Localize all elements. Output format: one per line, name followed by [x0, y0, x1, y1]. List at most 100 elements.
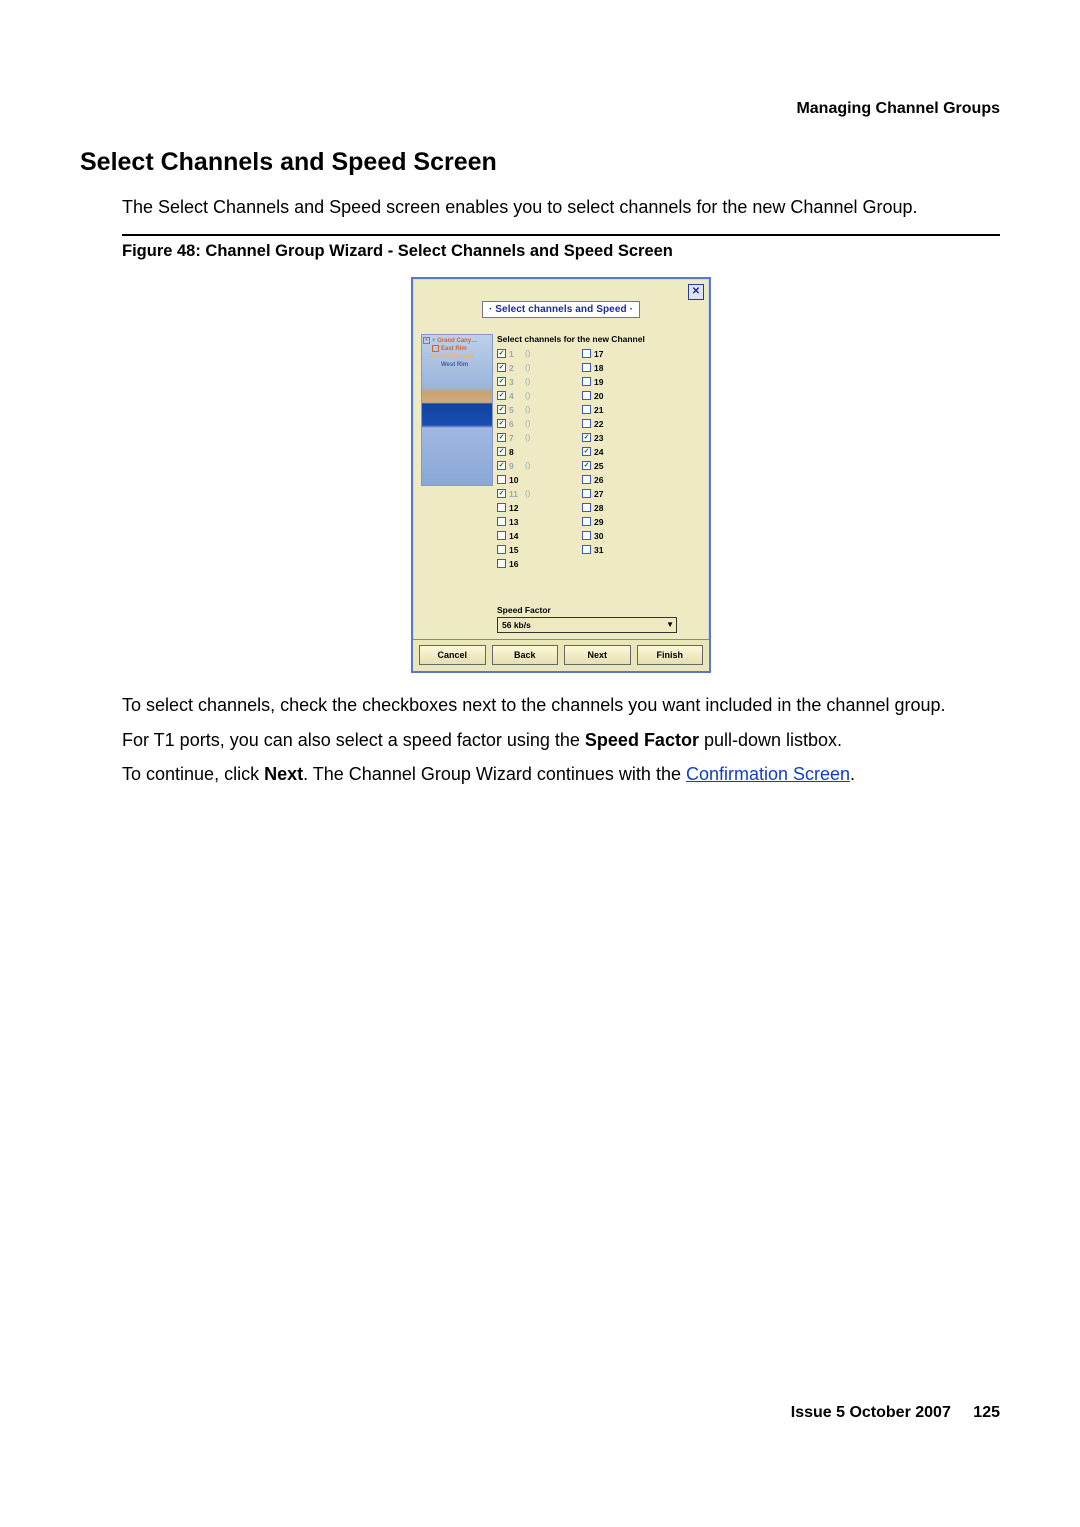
channel-checkbox[interactable]: [497, 489, 506, 498]
channel-checkbox[interactable]: [497, 475, 506, 484]
channel-checkbox[interactable]: [582, 349, 591, 358]
channel-checkbox[interactable]: [582, 391, 591, 400]
next-button[interactable]: Next: [564, 645, 631, 665]
channel-checkbox[interactable]: [582, 377, 591, 386]
channel-row: 20: [582, 389, 667, 403]
channel-checkbox[interactable]: [497, 531, 506, 540]
channel-checkbox[interactable]: [497, 377, 506, 386]
wizard-dialog: ✕ · Select channels and Speed · ++ Grand…: [411, 277, 711, 673]
channel-number: 6: [509, 419, 523, 429]
channel-checkbox[interactable]: [497, 349, 506, 358]
channel-number: 5: [509, 405, 523, 415]
channel-checkbox[interactable]: [582, 489, 591, 498]
channel-row: 29: [582, 515, 667, 529]
wizard-illustration: ++ Grand Cany… East Rim -Grand Canyon We…: [421, 334, 493, 486]
channel-checkbox[interactable]: [582, 503, 591, 512]
channel-checkbox[interactable]: [497, 503, 506, 512]
channel-checkbox[interactable]: [497, 517, 506, 526]
channel-number: 12: [509, 503, 523, 513]
channel-number: 21: [594, 405, 608, 415]
cancel-button[interactable]: Cancel: [419, 645, 486, 665]
channel-checkbox[interactable]: [582, 545, 591, 554]
channel-row: 21: [582, 403, 667, 417]
channel-number: 18: [594, 363, 608, 373]
channel-number: 3: [509, 377, 523, 387]
channel-row: 6(): [497, 417, 582, 431]
channel-row: 27: [582, 487, 667, 501]
channel-row: 17: [582, 347, 667, 361]
channel-row: 7(): [497, 431, 582, 445]
channel-number: 23: [594, 433, 608, 443]
speed-factor-select[interactable]: 56 kb/s ▼: [497, 617, 677, 633]
channel-checkbox[interactable]: [497, 545, 506, 554]
dialog-title: · Select channels and Speed ·: [482, 301, 640, 318]
speed-factor-label: Speed Factor: [497, 605, 701, 615]
channel-row: 18: [582, 361, 667, 375]
channel-number: 20: [594, 391, 608, 401]
channel-row: 9(): [497, 459, 582, 473]
close-icon[interactable]: ✕: [688, 284, 704, 300]
channel-row: 30: [582, 529, 667, 543]
channel-number: 4: [509, 391, 523, 401]
channel-checkbox[interactable]: [497, 433, 506, 442]
channel-number: 14: [509, 531, 523, 541]
channel-checkbox[interactable]: [497, 419, 506, 428]
channel-number: 1: [509, 349, 523, 359]
channel-number: 11: [509, 489, 523, 499]
channel-row: 13: [497, 515, 582, 529]
tree-item: Grand Canyon: [432, 353, 473, 361]
channel-row: 8: [497, 445, 582, 459]
channel-checkbox[interactable]: [582, 517, 591, 526]
channel-checkbox[interactable]: [497, 363, 506, 372]
channel-checkbox[interactable]: [582, 447, 591, 456]
channel-row: 25: [582, 459, 667, 473]
channel-number: 22: [594, 419, 608, 429]
channel-row: 22: [582, 417, 667, 431]
channel-number: 17: [594, 349, 608, 359]
channel-checkbox[interactable]: [582, 531, 591, 540]
channel-checkbox[interactable]: [497, 559, 506, 568]
channel-column-1: 1()2()3()4()5()6()7()89()1011()121314151…: [497, 347, 582, 571]
channel-number: 16: [509, 559, 523, 569]
finish-button[interactable]: Finish: [637, 645, 704, 665]
speed-factor-value: 56 kb/s: [502, 620, 531, 630]
channel-list-heading: Select channels for the new Channel: [497, 334, 701, 344]
channel-suffix: (): [525, 391, 530, 400]
channel-row: 2(): [497, 361, 582, 375]
channel-checkbox[interactable]: [582, 461, 591, 470]
channel-checkbox[interactable]: [497, 447, 506, 456]
channel-row: 1(): [497, 347, 582, 361]
channel-row: 15: [497, 543, 582, 557]
channel-number: 24: [594, 447, 608, 457]
confirmation-screen-link[interactable]: Confirmation Screen: [686, 764, 850, 784]
channel-suffix: (): [525, 405, 530, 414]
channel-number: 25: [594, 461, 608, 471]
back-button[interactable]: Back: [492, 645, 559, 665]
channel-column-2: 171819202122232425262728293031: [582, 347, 667, 571]
channel-checkbox[interactable]: [582, 433, 591, 442]
channel-checkbox[interactable]: [582, 419, 591, 428]
intro-paragraph: The Select Channels and Speed screen ena…: [122, 195, 1000, 220]
figure-divider: [122, 234, 1000, 236]
body-paragraph-1: To select channels, check the checkboxes…: [122, 693, 1000, 718]
channel-suffix: (): [525, 419, 530, 428]
body-paragraph-2: For T1 ports, you can also select a spee…: [122, 728, 1000, 753]
channel-row: 31: [582, 543, 667, 557]
channel-checkbox[interactable]: [582, 405, 591, 414]
channel-number: 10: [509, 475, 523, 485]
channel-row: 19: [582, 375, 667, 389]
channel-suffix: (): [525, 489, 530, 498]
channel-row: 11(): [497, 487, 582, 501]
channel-row: 3(): [497, 375, 582, 389]
channel-checkbox[interactable]: [497, 391, 506, 400]
channel-checkbox[interactable]: [497, 405, 506, 414]
figure-caption: Figure 48: Channel Group Wizard - Select…: [122, 242, 1000, 261]
channel-row: 14: [497, 529, 582, 543]
channel-checkbox[interactable]: [582, 363, 591, 372]
channel-checkbox[interactable]: [582, 475, 591, 484]
channel-row: 24: [582, 445, 667, 459]
channel-checkbox[interactable]: [497, 461, 506, 470]
channel-row: 5(): [497, 403, 582, 417]
channel-number: 26: [594, 475, 608, 485]
channel-suffix: (): [525, 433, 530, 442]
